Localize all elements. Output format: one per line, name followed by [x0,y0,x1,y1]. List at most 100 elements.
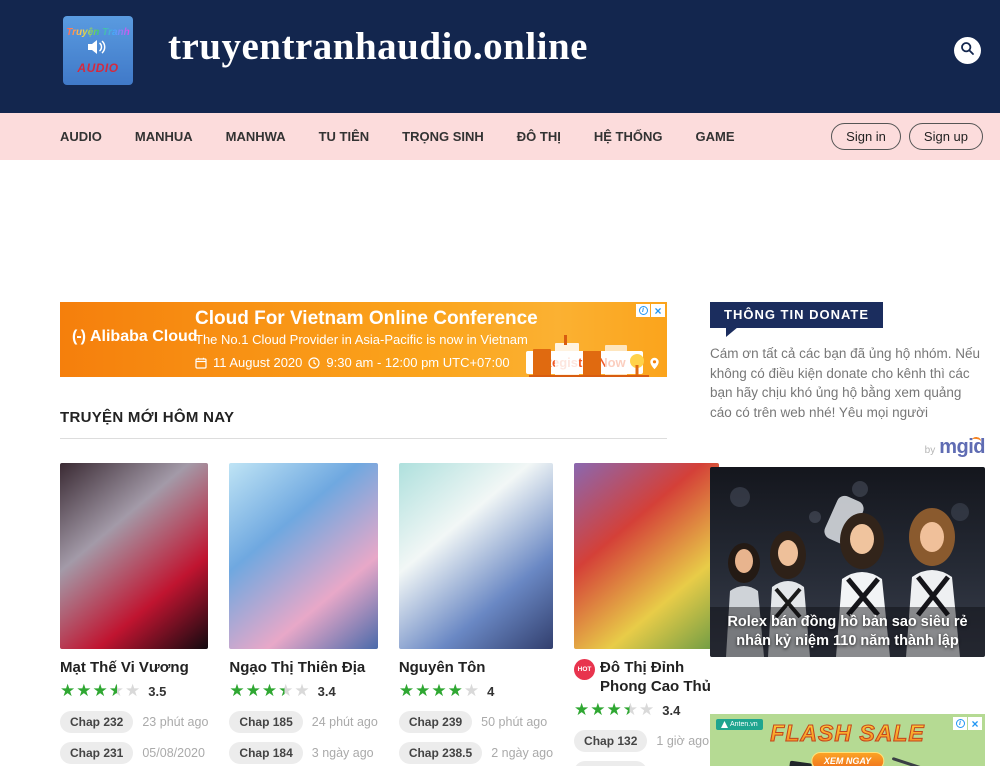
flash-ad-choice-corner: i × [953,717,982,730]
nav-item-manhwa[interactable]: MANHWA [226,129,286,144]
chapter-row: Chap 23223 phút ago [60,711,208,733]
product-stand [892,757,937,766]
star-full-icon: ★ [246,681,262,700]
ad-date: 11 August 2020 [213,355,302,370]
sponsored-photo-ad[interactable]: Rolex bán đồng hồ bản sao siêu rẻ nhân k… [710,467,985,657]
mgid-attribution[interactable]: by mgid [925,436,985,459]
chapter-row: Chap 238.5 2 ngày ago [399,742,553,764]
comic-title[interactable]: Mạt Thế Vi Vương [60,658,189,677]
star-empty-icon: ★ [639,700,655,719]
site-logo[interactable]: Truyện Tranh AUDIO [63,16,133,85]
flash-info-icon[interactable]: i [953,717,967,730]
star-full-icon: ★ [60,681,76,700]
chapter-button[interactable]: Chap 232 [60,711,133,733]
location-pin-icon [649,357,661,369]
comic-cover[interactable] [399,463,553,649]
comic-card: Nguyên Tôn ★★★★★ 4 Chap 23950 phút agoCh… [399,463,553,766]
chapter-button[interactable]: Chap 185 [229,711,302,733]
chapter-button[interactable]: Chap 184 [229,742,302,764]
rating-row: ★★★★★ 4 [399,682,553,701]
sidebar: THÔNG TIN DONATE Cám ơn tất cả các bạn đ… [710,302,985,766]
chapter-list: Chap 185 24 phút ago Chap 184 3 ngày ago [229,711,377,764]
hot-badge: HOT [574,659,595,680]
chapter-button[interactable]: Chap 131 [574,761,647,766]
xem-ngay-button[interactable]: XEM NGAY [811,752,884,766]
alibaba-cloud-logo: (-) Alibaba Cloud [72,328,198,346]
comic-title[interactable]: Ngạo Thị Thiên Địa [229,658,365,677]
comic-title[interactable]: Nguyên Tôn [399,658,486,677]
mgid-by-label: by [925,445,936,456]
site-title[interactable]: truyentranhaudio.online [168,24,588,69]
chapter-button[interactable]: Chap 238.5 [399,742,482,764]
mgid-logo: mgid [939,436,985,459]
chapter-button[interactable]: Chap 132 [574,730,647,752]
city-illustration [529,335,649,377]
star-full-icon: ★ [431,681,447,700]
auth-buttons: Sign in Sign up [831,123,983,150]
flash-sale-title: FLASH SALE [710,720,985,747]
alibaba-logo-icon: (-) [72,328,85,346]
chapter-row: Chap 1321 giờ ago [574,730,719,752]
header: Truyện Tranh AUDIO truyentranhaudio.onli… [0,0,1000,113]
nav-menu: AUDIO MANHUA MANHWA TU TIÊN TRỌNG SINH ĐÔ THỊ… [60,129,831,144]
rating-row: ★★★★★ 3.4 [574,701,719,720]
chapter-row: Chap 184 3 ngày ago [229,742,377,764]
chapter-row: Chap 231 05/08/2020 [60,742,208,764]
nav-item-he-thong[interactable]: HỆ THỐNG [594,129,663,144]
star-rating-icons[interactable]: ★★★★★ [574,701,655,720]
star-full-icon: ★ [399,681,415,700]
chapter-list: Chap 1321 giờ ago Chap 13105/08/2020 [574,730,719,766]
comic-card-grid: Mạt Thế Vi Vương ★★★★★ 3.5 Chap 23223 ph… [60,463,667,766]
comic-cover[interactable] [60,463,208,649]
sign-in-button[interactable]: Sign in [831,123,901,150]
flash-sale-ad[interactable]: Anten.vn FLASH SALE XEM NGAY i × [710,714,985,766]
chapter-time: 05/08/2020 [142,746,205,760]
comic-cover[interactable] [229,463,377,649]
nav-item-trong-sinh[interactable]: TRỌNG SINH [402,129,484,144]
comic-cover[interactable] [574,463,719,649]
photo-ad-caption: Rolex bán đồng hồ bản sao siêu rẻ nhân k… [718,613,977,651]
logo-text-audio: AUDIO [77,61,118,75]
chapter-time: 24 phút ago [312,715,378,729]
nav-item-do-thi[interactable]: ĐÔ THỊ [517,129,561,144]
comic-title-row: Mạt Thế Vi Vương [60,658,208,677]
clock-icon [308,357,320,369]
star-rating-icons[interactable]: ★★★★★ [229,682,310,701]
nav-item-tu-tien[interactable]: TU TIÊN [319,129,370,144]
section-title: TRUYỆN MỚI HÔM NAY [60,409,667,426]
chapter-row: Chap 13105/08/2020 [574,761,719,766]
star-empty-icon: ★ [464,681,480,700]
product-phone [786,761,812,766]
nav-item-manhua[interactable]: MANHUA [135,129,193,144]
chapter-button[interactable]: Chap 231 [60,742,133,764]
chapter-time: 3 ngày ago [312,746,374,760]
ad-close-icon[interactable]: × [651,304,665,317]
nav-item-audio[interactable]: AUDIO [60,129,102,144]
comic-title-row: Ngạo Thị Thiên Địa [229,658,377,677]
donate-text: Cám ơn tất cả các bạn đã ủng hộ nhóm. Nế… [710,344,985,422]
star-full-icon: ★ [590,700,606,719]
comic-title-row: Nguyên Tôn [399,658,553,677]
star-full-icon: ★ [76,681,92,700]
ad-time: 9:30 am - 12:00 pm UTC+07:00 [326,355,509,370]
star-rating-icons[interactable]: ★★★★★ [60,682,141,701]
search-button[interactable] [954,37,981,64]
star-full-icon: ★ [607,700,623,719]
star-full-icon: ★ [415,681,431,700]
nav-item-game[interactable]: GAME [695,129,734,144]
rating-row: ★★★★★ 3.4 [229,682,377,701]
donate-heading: THÔNG TIN DONATE [710,302,883,328]
comic-card: Ngạo Thị Thiên Địa ★★★★★ 3.4 Chap 185 24 … [229,463,377,766]
sign-up-button[interactable]: Sign up [909,123,983,150]
alibaba-ad-banner[interactable]: (-) Alibaba Cloud Cloud For Vietnam Onli… [60,302,667,377]
flash-close-icon[interactable]: × [968,717,982,730]
search-icon [960,41,975,61]
ad-info-icon[interactable]: i [636,304,650,317]
comic-title[interactable]: Đô Thị Đỉnh Phong Cao Thủ [600,658,719,696]
chapter-row: Chap 239 50 phút ago [399,711,553,733]
chapter-button[interactable]: Chap 239 [399,711,472,733]
star-rating-icons[interactable]: ★★★★★ [399,682,480,701]
chapter-time: 2 ngày ago [491,746,553,760]
calendar-icon [195,357,207,369]
chapter-time: 50 phút ago [481,715,547,729]
